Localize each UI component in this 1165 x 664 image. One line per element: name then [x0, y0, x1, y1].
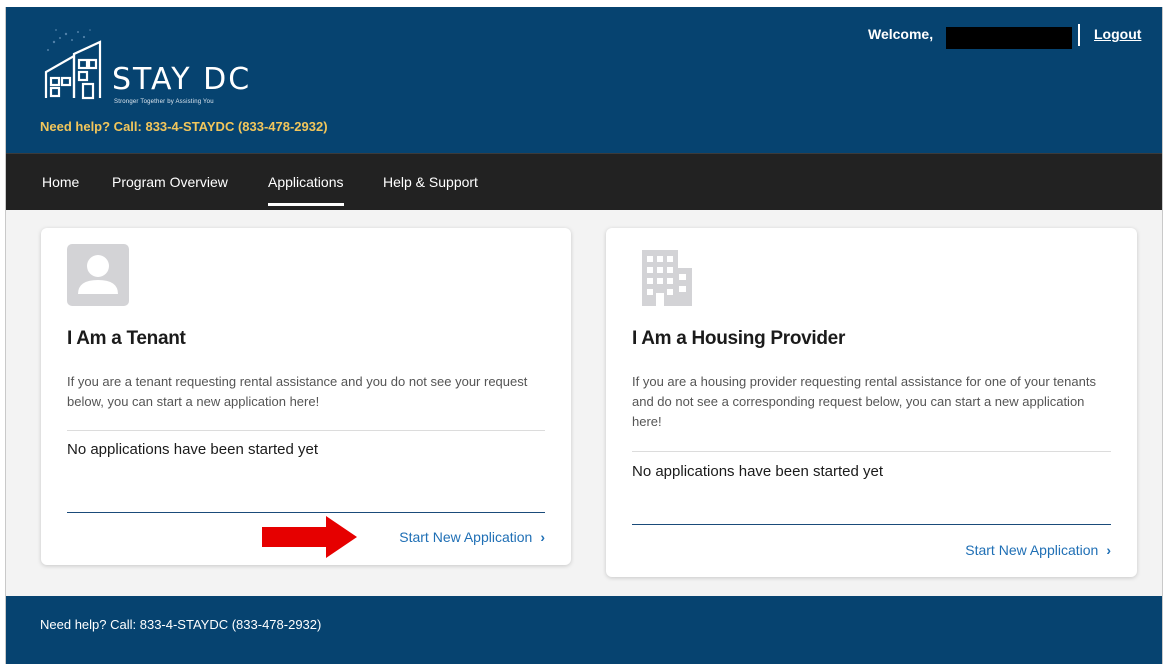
- tenant-start-new-application-label: Start New Application: [399, 529, 533, 545]
- page-frame: STAY DC Stronger Together by Assisting Y…: [5, 7, 1163, 664]
- building-logo-icon: [44, 29, 102, 100]
- brand-name: STAY DC: [112, 62, 252, 97]
- provider-card-rule: [632, 524, 1111, 525]
- stay-dc-logo[interactable]: STAY DC Stronger Together by Assisting Y…: [36, 22, 256, 112]
- provider-empty-message: No applications have been started yet: [632, 463, 883, 480]
- nav-program-overview[interactable]: Program Overview: [112, 174, 228, 190]
- main-nav: Home Program Overview Applications Help …: [6, 153, 1162, 210]
- brand-tagline: Stronger Together by Assisting You: [114, 99, 214, 105]
- logout-link[interactable]: Logout: [1094, 26, 1141, 42]
- nav-applications[interactable]: Applications: [268, 174, 344, 206]
- footer-help-phone: Need help? Call: 833-4-STAYDC (833-478-2…: [40, 617, 322, 632]
- nav-home[interactable]: Home: [42, 174, 79, 190]
- provider-card-divider: [632, 451, 1111, 452]
- chevron-right-icon: ›: [1106, 542, 1111, 558]
- tenant-card-rule: [67, 512, 545, 513]
- building-icon: [632, 244, 694, 311]
- user-avatar-icon: [67, 244, 129, 311]
- provider-start-new-application-label: Start New Application: [965, 542, 1099, 558]
- tenant-start-new-application-link[interactable]: Start New Application ›: [399, 529, 545, 545]
- welcome-text: Welcome,: [868, 26, 934, 42]
- redacted-username: [946, 27, 1072, 49]
- tenant-card-description: If you are a tenant requesting rental as…: [67, 374, 528, 409]
- tenant-card: I Am a Tenant If you are a tenant reques…: [41, 228, 571, 565]
- nav-help-support[interactable]: Help & Support: [383, 174, 478, 190]
- provider-card-description: If you are a housing provider requesting…: [632, 374, 1096, 429]
- red-arrow-icon: [262, 516, 357, 558]
- chevron-right-icon: ›: [540, 529, 545, 545]
- provider-start-new-application-link[interactable]: Start New Application ›: [965, 542, 1111, 558]
- site-footer: Need help? Call: 833-4-STAYDC (833-478-2…: [6, 596, 1162, 664]
- housing-provider-card: I Am a Housing Provider If you are a hou…: [606, 228, 1137, 577]
- header-separator: [1078, 24, 1080, 46]
- provider-card-title: I Am a Housing Provider: [632, 328, 846, 349]
- tenant-card-title: I Am a Tenant: [67, 328, 186, 349]
- tenant-card-divider: [67, 430, 545, 431]
- header-help-phone: Need help? Call: 833-4-STAYDC (833-478-2…: [40, 119, 328, 134]
- site-header: STAY DC Stronger Together by Assisting Y…: [6, 7, 1162, 153]
- tenant-empty-message: No applications have been started yet: [67, 441, 318, 458]
